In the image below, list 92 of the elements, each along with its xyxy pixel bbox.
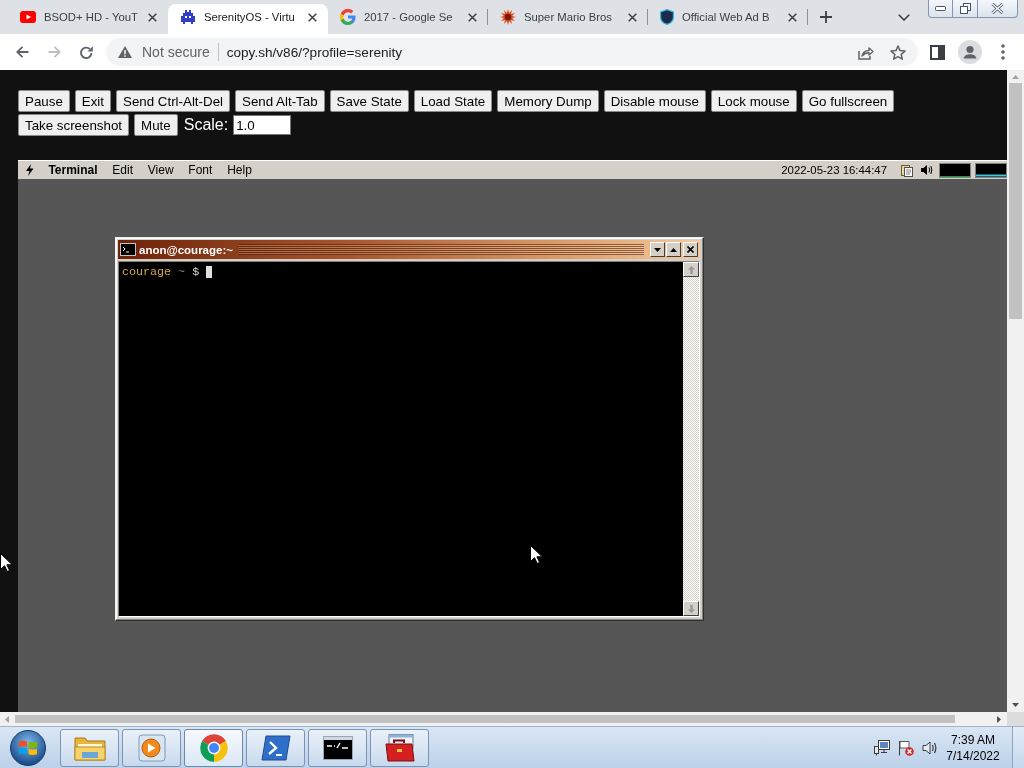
close-icon[interactable] xyxy=(468,12,477,22)
clock-text: 2022-05-23 16:44:47 xyxy=(781,164,887,176)
emulator-button[interactable]: Take screenshot xyxy=(18,114,130,136)
restore-icon xyxy=(959,3,971,14)
emulator-button[interactable]: Send Alt-Tab xyxy=(235,90,325,112)
browser-tab[interactable]: BSOD+ HD - YouT xyxy=(8,4,168,34)
emulator-button[interactable]: Send Ctrl-Alt-Del xyxy=(116,90,230,112)
side-panel-icon[interactable] xyxy=(930,44,945,60)
prompt-symbol: $ xyxy=(192,265,200,279)
emulator-button[interactable]: Lock mouse xyxy=(710,90,797,112)
close-icon[interactable] xyxy=(148,12,157,22)
speaker-icon[interactable] xyxy=(922,739,938,756)
prompt-path: ~ xyxy=(178,265,186,279)
window-title: anon@courage:~ xyxy=(139,243,233,256)
emulator-button[interactable]: Go fullscreen xyxy=(801,90,895,112)
arrow-down-icon[interactable] xyxy=(1012,703,1019,707)
emulator-button[interactable]: Memory Dump xyxy=(497,90,599,112)
mouse-pointer-icon xyxy=(0,553,13,572)
folder-icon xyxy=(73,734,106,761)
browser-tab[interactable]: Super Mario Bros xyxy=(488,4,648,34)
toolbox-icon xyxy=(384,733,415,762)
maximize-button[interactable] xyxy=(666,242,681,257)
terminal-icon xyxy=(120,243,136,256)
close-icon xyxy=(687,246,694,253)
prompt-hostname: courage xyxy=(122,265,172,279)
close-icon[interactable] xyxy=(628,12,637,22)
prompt-tile-icon xyxy=(260,734,291,761)
arrow-right-icon[interactable] xyxy=(997,715,1001,723)
lightning-icon[interactable] xyxy=(25,164,34,176)
triangle-up-icon xyxy=(670,247,677,252)
starburst-icon xyxy=(500,9,516,25)
minimize-button[interactable] xyxy=(928,0,953,18)
restore-button[interactable] xyxy=(953,0,978,18)
letter-g-icon xyxy=(340,9,356,25)
taskbar-button[interactable] xyxy=(370,728,429,767)
taskbar-button[interactable] xyxy=(308,728,367,767)
scroll-up-button[interactable] xyxy=(683,262,699,277)
arrow-down-icon xyxy=(687,604,695,613)
speaker-icon[interactable] xyxy=(921,164,933,176)
emulator-button[interactable]: Load State xyxy=(413,90,493,112)
share-icon[interactable] xyxy=(858,44,874,60)
chevron-down-icon[interactable] xyxy=(898,14,910,21)
usage-graph-icon xyxy=(939,162,971,178)
browser-tab[interactable]: Official Web Ad B xyxy=(648,4,808,34)
start-orb-icon[interactable] xyxy=(10,729,46,766)
close-icon[interactable] xyxy=(308,12,317,22)
menu-item[interactable]: Terminal xyxy=(41,163,105,177)
browser-tab[interactable]: 2017 - Google Se xyxy=(328,4,488,34)
usage-graph-icon xyxy=(975,162,1007,178)
browser-tab[interactable]: SerenityOS - Virtu xyxy=(168,4,328,34)
arrow-up-icon xyxy=(687,265,695,274)
console-window-icon xyxy=(322,735,353,760)
back-arrow-icon[interactable] xyxy=(15,46,29,58)
emulator-button[interactable]: Exit xyxy=(74,90,111,112)
network-icon[interactable] xyxy=(874,739,890,756)
tricolor-circle-icon xyxy=(198,732,229,763)
scroll-down-button[interactable] xyxy=(683,601,699,616)
emulator-button[interactable]: Save State xyxy=(329,90,409,112)
emulator-button[interactable]: Mute xyxy=(134,114,178,136)
profile-avatar-icon[interactable] xyxy=(958,40,982,64)
url-text: copy.sh/v86/?profile=serenity xyxy=(226,44,403,60)
triangle-down-icon xyxy=(654,247,661,252)
tray-time[interactable]: 7:39 AM xyxy=(951,731,995,748)
clipboard-icon[interactable] xyxy=(901,163,913,177)
pixel-creature-icon xyxy=(180,9,196,25)
shield-icon xyxy=(660,9,674,25)
scrollbar-thumb[interactable] xyxy=(15,715,955,723)
reload-icon[interactable] xyxy=(79,45,93,59)
menu-item[interactable]: Font xyxy=(180,163,220,177)
address-bar[interactable]: Not secure copy.sh/v86/?profile=serenity xyxy=(106,38,918,66)
flag-warning-icon[interactable] xyxy=(898,739,914,756)
mouse-pointer-icon xyxy=(530,545,543,564)
menu-icon[interactable] xyxy=(1001,44,1005,60)
text-cursor-icon xyxy=(206,266,213,278)
play-icon xyxy=(20,11,36,23)
scrollbar-thumb[interactable] xyxy=(1009,83,1022,319)
menu-item[interactable]: View xyxy=(140,163,181,177)
close-icon[interactable] xyxy=(788,12,797,22)
star-icon[interactable] xyxy=(890,44,906,60)
close-icon xyxy=(991,3,1004,14)
tray-date[interactable]: 7/14/2022 xyxy=(946,747,1000,764)
menu-item[interactable]: Help xyxy=(219,163,260,177)
emulator-button[interactable]: Pause xyxy=(18,90,70,112)
scrollbar-corner xyxy=(1007,712,1024,726)
warning-icon xyxy=(118,46,132,58)
scale-input[interactable]: 1.0 xyxy=(233,115,292,135)
menu-item[interactable]: Edit xyxy=(104,163,141,177)
plus-icon[interactable] xyxy=(820,11,832,23)
security-status[interactable]: Not secure xyxy=(142,44,210,60)
emulator-button[interactable]: Disable mouse xyxy=(603,90,706,112)
scale-label: Scale: xyxy=(183,116,229,134)
minimize-icon xyxy=(935,6,946,11)
